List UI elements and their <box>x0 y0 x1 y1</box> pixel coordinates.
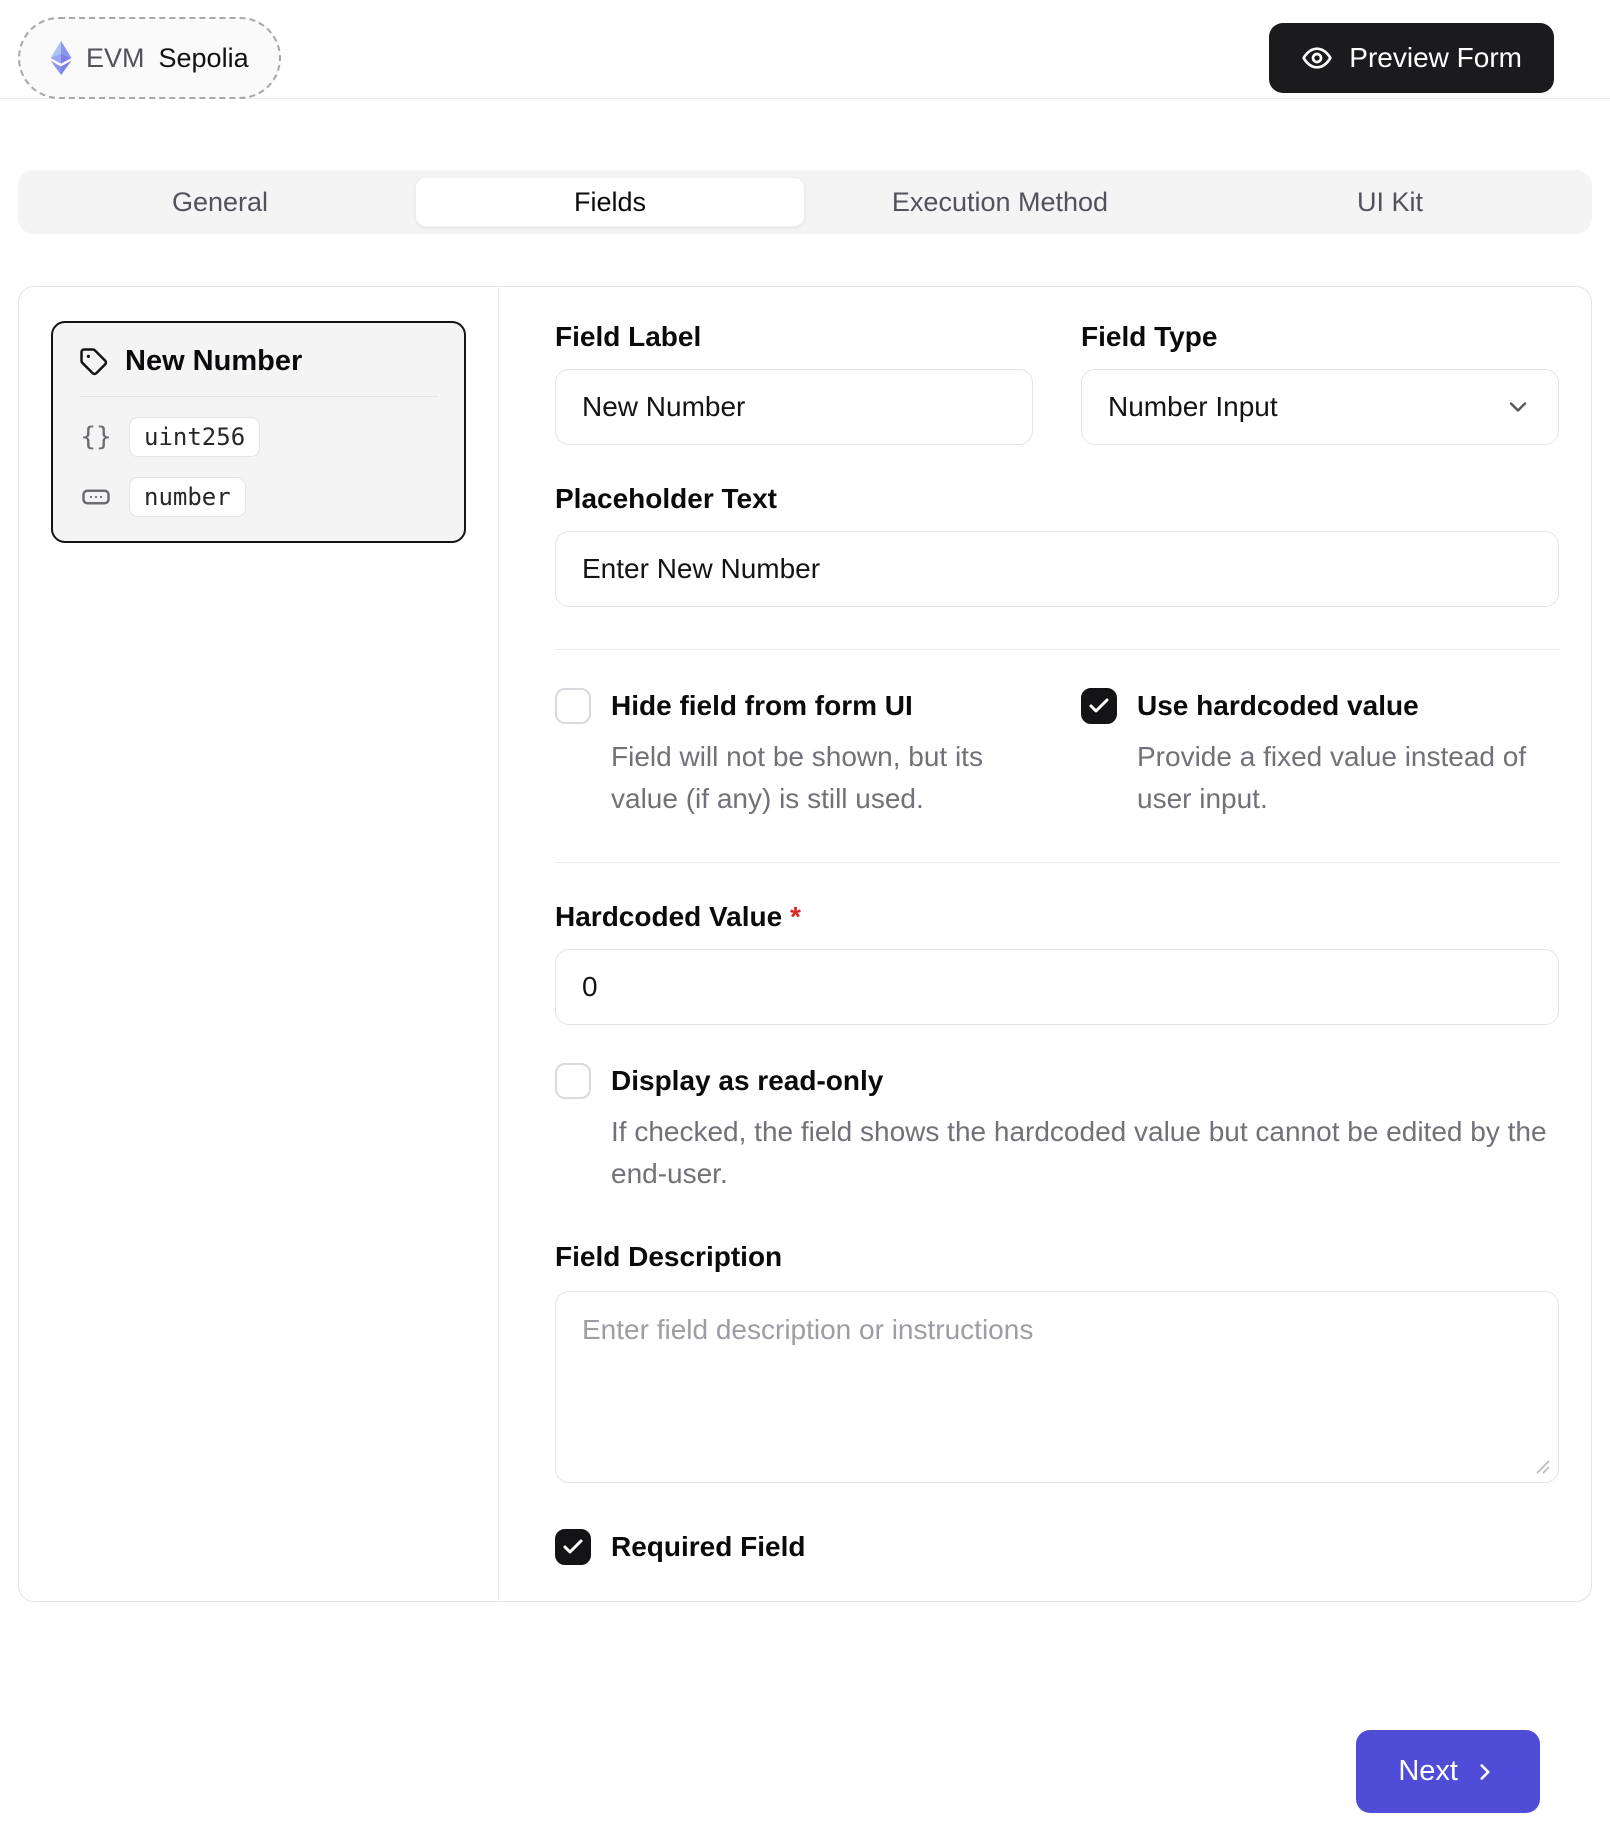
next-button-label: Next <box>1398 1755 1458 1788</box>
field-label-input[interactable] <box>555 369 1033 445</box>
use-hardcoded-checkbox-row[interactable]: Use hardcoded value <box>1081 688 1559 724</box>
use-hardcoded-label: Use hardcoded value <box>1137 690 1419 722</box>
ethereum-icon <box>50 41 72 75</box>
required-field-checkbox[interactable] <box>555 1529 591 1565</box>
display-readonly-label: Display as read-only <box>611 1065 883 1097</box>
eye-icon <box>1301 42 1333 74</box>
field-description-heading: Field Description <box>555 1241 1559 1273</box>
display-readonly-description: If checked, the field shows the hardcode… <box>611 1111 1559 1195</box>
field-type-heading: Field Type <box>1081 321 1559 353</box>
chevron-right-icon <box>1472 1759 1498 1785</box>
network-name-label: Sepolia <box>159 43 249 74</box>
field-type-selected-value: Number Input <box>1108 391 1278 423</box>
placeholder-group: Placeholder Text <box>555 483 1559 607</box>
network-platform-label: EVM <box>86 43 145 74</box>
header: EVM Sepolia Preview Form <box>0 0 1610 98</box>
hardcoded-value-heading: Hardcoded Value * <box>555 901 1559 933</box>
hardcoded-value-group: Hardcoded Value * <box>555 901 1559 1025</box>
check-icon <box>561 1535 585 1559</box>
required-field-label: Required Field <box>611 1531 805 1563</box>
required-field-group: Required Field <box>555 1529 1559 1565</box>
tag-icon <box>79 347 109 377</box>
input-box-icon <box>79 482 113 512</box>
use-hardcoded-description: Provide a fixed value instead of user in… <box>1137 736 1559 820</box>
curly-braces-icon: {} <box>79 422 113 452</box>
field-card-new-number[interactable]: New Number {} uint256 number <box>51 321 466 543</box>
hide-field-description: Field will not be shown, but its value (… <box>611 736 1033 820</box>
check-icon <box>1087 694 1111 718</box>
field-type-select[interactable]: Number Input <box>1081 369 1559 445</box>
hardcoded-value-label-text: Hardcoded Value <box>555 901 782 932</box>
network-selector-pill[interactable]: EVM Sepolia <box>18 17 281 99</box>
required-field-checkbox-row[interactable]: Required Field <box>555 1529 1559 1565</box>
field-card-kind-row: number <box>79 477 438 517</box>
hide-field-checkbox[interactable] <box>555 688 591 724</box>
field-type-group: Field Type Number Input <box>1081 321 1559 445</box>
display-readonly-group: Display as read-only If checked, the fie… <box>555 1063 1559 1195</box>
preview-form-button[interactable]: Preview Form <box>1269 23 1554 93</box>
field-kind-badge: number <box>129 477 246 517</box>
field-card-header: New Number <box>79 345 438 397</box>
section-divider <box>555 649 1559 650</box>
field-card-title: New Number <box>125 345 302 378</box>
field-description-wrap <box>555 1291 1559 1483</box>
hide-field-group: Hide field from form UI Field will not b… <box>555 688 1033 820</box>
tab-execution-method[interactable]: Execution Method <box>805 177 1195 227</box>
hide-field-label: Hide field from form UI <box>611 690 913 722</box>
chevron-down-icon <box>1504 393 1532 421</box>
preview-form-label: Preview Form <box>1349 42 1522 74</box>
field-list-sidebar: New Number {} uint256 number <box>19 287 499 1601</box>
display-readonly-checkbox[interactable] <box>555 1063 591 1099</box>
tab-fields[interactable]: Fields <box>415 177 805 227</box>
display-readonly-checkbox-row[interactable]: Display as read-only <box>555 1063 1559 1099</box>
field-description-group: Field Description <box>555 1241 1559 1483</box>
required-asterisk: * <box>790 901 801 932</box>
placeholder-heading: Placeholder Text <box>555 483 1559 515</box>
field-settings-form: Field Label Field Type Number Input Plac… <box>499 287 1591 1601</box>
field-label-heading: Field Label <box>555 321 1033 353</box>
field-card-type-row: {} uint256 <box>79 417 438 457</box>
placeholder-input[interactable] <box>555 531 1559 607</box>
field-description-textarea[interactable] <box>555 1291 1559 1483</box>
tab-general[interactable]: General <box>25 177 415 227</box>
use-hardcoded-group: Use hardcoded value Provide a fixed valu… <box>1081 688 1559 820</box>
tab-ui-kit[interactable]: UI Kit <box>1195 177 1585 227</box>
field-label-group: Field Label <box>555 321 1033 445</box>
section-divider <box>555 862 1559 863</box>
hardcoded-value-input[interactable] <box>555 949 1559 1025</box>
fields-editor-panel: New Number {} uint256 number <box>18 286 1592 1602</box>
footer: Next <box>0 1730 1610 1813</box>
field-type-badge: uint256 <box>129 417 260 457</box>
use-hardcoded-checkbox[interactable] <box>1081 688 1117 724</box>
next-button[interactable]: Next <box>1356 1730 1540 1813</box>
hide-field-checkbox-row[interactable]: Hide field from form UI <box>555 688 1033 724</box>
tab-bar: General Fields Execution Method UI Kit <box>18 170 1592 234</box>
